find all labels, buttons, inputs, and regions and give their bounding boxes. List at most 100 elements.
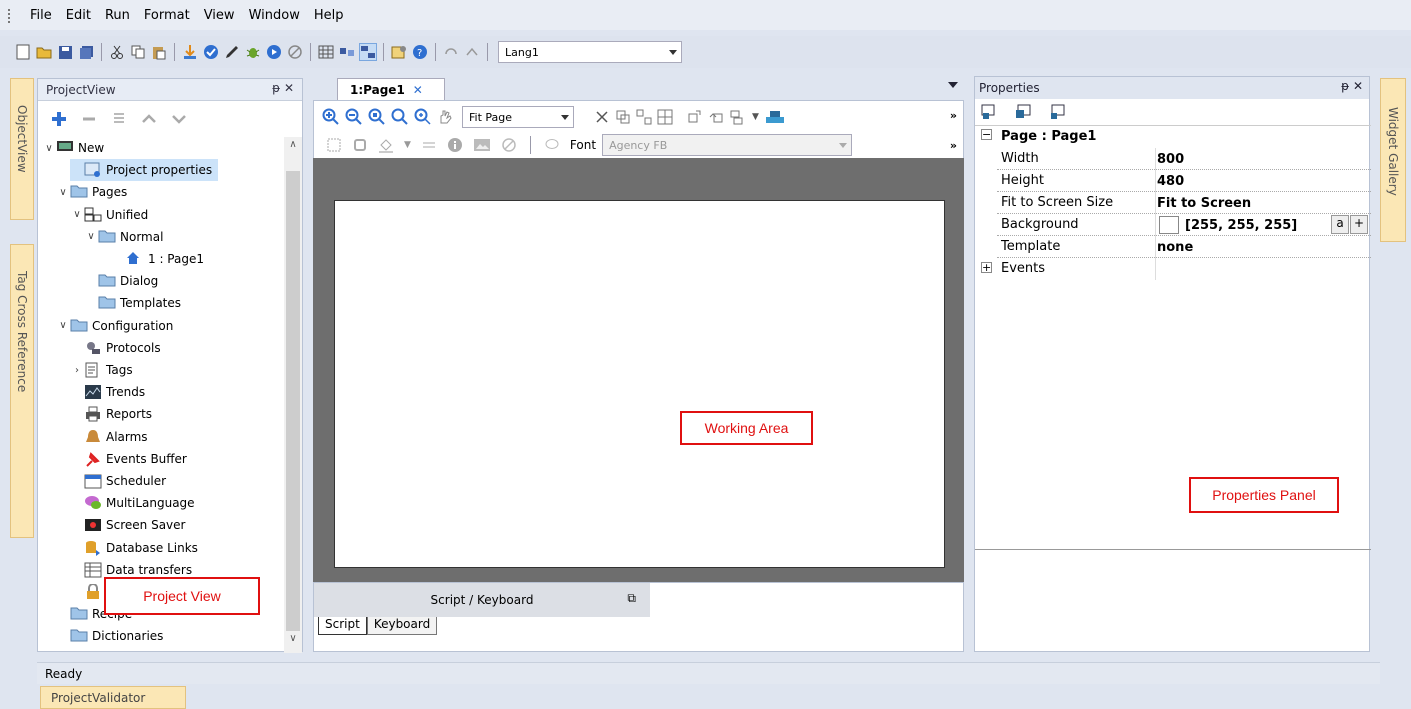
bug-icon[interactable] [244,43,262,61]
menu-view[interactable]: View [204,8,235,23]
tree-item-dialog[interactable]: Dialog [84,270,158,292]
move-down-icon[interactable] [170,110,188,128]
tree-item-dictionaries[interactable]: Dictionaries [56,625,163,647]
tab-list-icon[interactable] [948,82,958,88]
tree-item-screen-saver[interactable]: Screen Saver [70,514,185,536]
zoom-in-icon[interactable] [322,108,340,126]
rename-icon[interactable] [110,110,128,128]
open-folder-icon[interactable] [35,43,53,61]
menu-file[interactable]: File [30,8,52,23]
property-row-template[interactable]: Template none [979,236,1371,258]
properties-splitter[interactable] [975,549,1371,550]
redo-icon[interactable] [463,43,481,61]
tree-item-new[interactable]: ∨ New [42,137,104,159]
widget-gallery-side-tab[interactable]: Widget Gallery [1380,78,1406,242]
tree-item-scheduler[interactable]: Scheduler [70,470,166,492]
expander-chevron-icon[interactable]: ∨ [42,143,56,154]
add-icon[interactable] [50,110,68,128]
float-window-icon[interactable]: ⧉ [627,591,636,606]
undo-icon[interactable] [442,43,460,61]
save-icon[interactable] [56,43,74,61]
check-circle-icon[interactable] [202,43,220,61]
chevron-down-icon[interactable]: ∨ [284,633,302,651]
objectview-side-tab[interactable]: ObjectView [10,78,34,220]
fill-color-icon[interactable] [378,137,394,153]
info-icon[interactable] [447,137,463,153]
tree-item-templates[interactable]: Templates [84,292,181,314]
expander-chevron-icon[interactable]: ∨ [56,187,70,198]
send-back-icon[interactable] [708,109,724,125]
property-row-fit-to-screen-size[interactable]: Fit to Screen Size Fit to Screen [979,192,1371,214]
menu-help[interactable]: Help [314,8,344,23]
tab-page1[interactable]: 1:Page1 ✕ [337,78,445,100]
property-value[interactable]: [255, 255, 255] [1185,218,1297,233]
new-file-icon[interactable] [14,43,32,61]
run-icon[interactable] [265,43,283,61]
comment-icon[interactable] [544,137,560,153]
chevron-up-icon[interactable]: ∧ [284,139,302,157]
tag-cross-reference-side-tab[interactable]: Tag Cross Reference [10,244,34,538]
property-row-height[interactable]: Height 480 [979,170,1371,192]
panel-pin-close-icons[interactable]: ᵽ ✕ [1341,79,1363,93]
align-icon[interactable] [729,109,747,125]
grid-icon[interactable] [317,43,335,61]
settings-icon[interactable] [390,43,408,61]
chevron-down-icon[interactable]: ▼ [404,140,411,150]
ungroup-icon[interactable] [636,109,652,125]
background-color-swatch[interactable] [1159,216,1179,234]
property-value[interactable]: Fit to Screen [1157,196,1251,211]
cut-icon[interactable] [108,43,126,61]
property-events-row[interactable]: + Events [979,258,1371,280]
background-text-button[interactable]: a [1331,215,1349,234]
chevron-down-icon[interactable]: ▼ [752,112,759,122]
zoom-fit-icon[interactable] [368,108,386,126]
page-canvas[interactable]: Working Area [334,200,945,568]
tree-item-events-buffer[interactable]: Events Buffer [70,448,187,470]
font-select[interactable]: Agency FB [602,134,853,156]
tree-item-project-properties[interactable]: Project properties [70,159,219,182]
language-select[interactable]: Lang1 [498,41,682,63]
zoom-select[interactable]: Fit Page [462,106,574,128]
tree-item-tags[interactable]: › Tags [70,359,133,381]
delete-icon[interactable] [594,109,610,125]
tab-keyboard[interactable]: Keyboard [366,617,438,635]
menu-edit[interactable]: Edit [66,8,91,23]
property-value[interactable]: 800 [1157,152,1184,167]
expander-chevron-icon[interactable]: › [70,365,84,376]
expander-chevron-icon[interactable]: ∨ [70,209,84,220]
menu-window[interactable]: Window [249,8,300,23]
property-value[interactable]: 480 [1157,174,1184,189]
property-value[interactable]: none [1157,240,1193,255]
layout-icon[interactable] [359,43,377,61]
zoom-out-icon[interactable] [345,108,363,126]
scroll-thumb[interactable] [286,171,300,631]
tree-item-protocols[interactable]: Protocols [70,337,161,359]
disable-icon[interactable] [501,137,517,153]
panel-pin-close-icons[interactable]: ᵽ ✕ [272,81,294,95]
tree-item-reports[interactable]: Reports [70,403,152,425]
stop-icon[interactable] [286,43,304,61]
frame-icon[interactable] [326,137,342,153]
paste-icon[interactable] [150,43,168,61]
property-row-background[interactable]: Background a + [255, 255, 255] [979,214,1371,236]
categorized-view-icon[interactable] [981,104,997,120]
tree-item-unified[interactable]: ∨ Unified [70,204,148,226]
tab-script[interactable]: Script [318,617,367,635]
menu-run[interactable]: Run [105,8,130,23]
background-add-button[interactable]: + [1350,215,1368,234]
table-grid-icon[interactable] [657,109,673,125]
tree-item-multilanguage[interactable]: MultiLanguage [70,492,195,514]
expander-chevron-icon[interactable]: ∨ [84,231,98,242]
snap-icon[interactable] [338,43,356,61]
tree-item-configuration[interactable]: ∨ Configuration [56,315,173,337]
expander-chevron-icon[interactable]: ∨ [56,320,70,331]
tree-item-trends[interactable]: Trends [70,381,145,403]
advanced-view-icon[interactable] [1015,104,1031,120]
save-all-icon[interactable] [77,43,95,61]
property-row-width[interactable]: Width 800 [979,148,1371,170]
tree-item-1-page1[interactable]: 1 : Page1 [112,248,204,270]
property-section-header[interactable]: − Page : Page1 [979,126,1371,148]
collapse-icon[interactable]: − [981,129,992,140]
project-tree-scrollbar[interactable]: ∧ ∨ [284,137,302,653]
line-style-icon[interactable] [421,137,437,153]
